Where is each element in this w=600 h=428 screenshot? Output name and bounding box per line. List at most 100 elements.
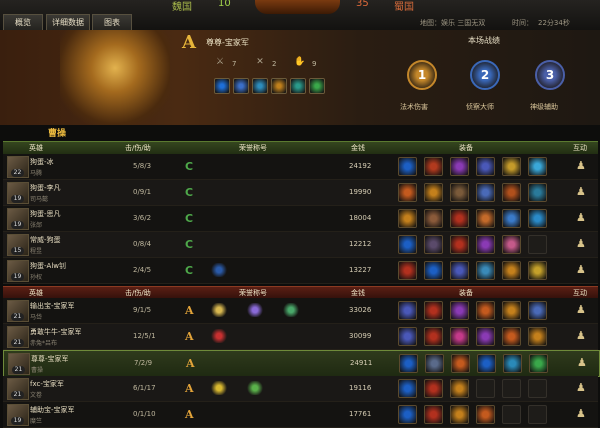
honor-badge-icon[interactable] xyxy=(211,381,227,395)
tab-details[interactable]: 详细数据 xyxy=(46,14,90,31)
tab-overview[interactable]: 概览 xyxy=(3,14,43,31)
like-icon[interactable]: ♟ xyxy=(576,237,586,250)
player-row[interactable]: 21 输出宝-宝家军 马岱 9/1/5 A 33026 ♟ xyxy=(3,298,598,324)
equipment-icon[interactable] xyxy=(476,183,495,202)
hero-name: 张郃 xyxy=(30,222,43,229)
medal-icon[interactable]: 3 xyxy=(535,60,565,90)
equipment-icon[interactable] xyxy=(398,379,417,398)
equipment-icon[interactable] xyxy=(503,354,522,373)
equipment-icon[interactable] xyxy=(450,157,469,176)
player-name: 狗蛋-冰 xyxy=(30,158,54,166)
equipment-icon[interactable] xyxy=(450,261,469,280)
equipment-icon[interactable] xyxy=(398,327,417,346)
equipment-icon[interactable] xyxy=(398,209,417,228)
equipment-icon[interactable] xyxy=(529,354,548,373)
player-row[interactable]: 21 fxc-宝家军 文卷 6/1/17 A 19116 ♟ xyxy=(3,376,598,402)
equipment-icon[interactable] xyxy=(502,209,521,228)
equipment-icon[interactable] xyxy=(528,261,547,280)
equipment-icon[interactable] xyxy=(450,235,469,254)
hero-name: 文卷 xyxy=(30,392,43,399)
equipment-icon[interactable] xyxy=(424,183,443,202)
equipment-icon[interactable] xyxy=(450,327,469,346)
like-icon[interactable]: ♟ xyxy=(576,159,586,172)
level-badge: 19 xyxy=(11,221,24,229)
equipment-icon[interactable] xyxy=(450,301,469,320)
grade-mark: C xyxy=(185,212,194,225)
medal-icon[interactable]: 1 xyxy=(407,60,437,90)
hero-name: 曹操 xyxy=(31,367,44,374)
honor-badge-icon[interactable] xyxy=(247,381,263,395)
player-row[interactable]: 22 狗蛋-冰 马腾 5/8/3 C 24192 ♟ xyxy=(3,154,598,180)
player-row[interactable]: 19 狗蛋-思凡 张郃 3/6/2 C 18004 ♟ xyxy=(3,206,598,232)
equipment-icon[interactable] xyxy=(424,405,443,424)
equipment-icon[interactable] xyxy=(424,157,443,176)
equipment-icon[interactable] xyxy=(399,354,418,373)
equipment-icon[interactable] xyxy=(528,209,547,228)
like-icon[interactable]: ♟ xyxy=(576,381,586,394)
equipment-icon[interactable] xyxy=(476,405,495,424)
like-icon[interactable]: ♟ xyxy=(576,263,586,276)
equipment-icon[interactable] xyxy=(424,379,443,398)
equipment-icon[interactable] xyxy=(476,301,495,320)
equipment-icon[interactable] xyxy=(502,327,521,346)
equipment-icon[interactable] xyxy=(450,379,469,398)
equipment-icon[interactable] xyxy=(450,405,469,424)
level-badge: 19 xyxy=(11,417,24,425)
time-value: 22分34秒 xyxy=(538,19,570,27)
equipment-icon[interactable] xyxy=(424,261,443,280)
equipment-icon[interactable] xyxy=(476,157,495,176)
equipment-icon[interactable] xyxy=(528,157,547,176)
player-row[interactable]: 21 勇敢牛牛-宝家军 赤兔*吕布 12/5/1 A 30099 ♟ xyxy=(3,324,598,350)
gold-value: 17761 xyxy=(349,410,372,418)
tab-chart[interactable]: 图表 xyxy=(92,14,132,31)
equipment-icon[interactable] xyxy=(398,405,417,424)
equipment-icon[interactable] xyxy=(528,183,547,202)
like-icon[interactable]: ♟ xyxy=(576,185,586,198)
like-icon[interactable]: ♟ xyxy=(576,329,586,342)
equipment-icon[interactable] xyxy=(398,261,417,280)
honor-badge-icon[interactable] xyxy=(211,329,227,343)
equipment-icon[interactable] xyxy=(528,301,547,320)
equipment-icon[interactable] xyxy=(476,327,495,346)
player-row[interactable]: 19 狗蛋-李凡 司马懿 0/9/1 C 19990 ♟ xyxy=(3,180,598,206)
gold-value: 33026 xyxy=(349,306,372,314)
equipment-icon[interactable] xyxy=(502,183,521,202)
player-row[interactable]: 15 常威-狗蛋 程昱 0/8/4 C 12212 ♟ xyxy=(3,232,598,258)
equipment-icon[interactable] xyxy=(398,235,417,254)
equipment-icon[interactable] xyxy=(476,209,495,228)
like-icon[interactable]: ♟ xyxy=(576,303,586,316)
equipment-icon[interactable] xyxy=(502,261,521,280)
equipment-icon[interactable] xyxy=(424,327,443,346)
equipment-icon[interactable] xyxy=(450,183,469,202)
player-row[interactable]: 21 尊尊-宝家军 曹操 7/2/9 A 24911 ♟ xyxy=(3,350,600,377)
like-icon[interactable]: ♟ xyxy=(576,211,586,224)
equipment-icon[interactable] xyxy=(424,209,443,228)
player-row[interactable]: 19 狗蛋-Alw钊 孙权 2/4/5 C 13227 ♟ xyxy=(3,258,598,284)
equipment-icon[interactable] xyxy=(450,209,469,228)
equipment-icon[interactable] xyxy=(476,235,495,254)
equipment-icon[interactable] xyxy=(398,301,417,320)
medal-icon[interactable]: 2 xyxy=(470,60,500,90)
equipment-icon[interactable] xyxy=(502,157,521,176)
level-badge: 19 xyxy=(11,273,24,281)
like-icon[interactable]: ♟ xyxy=(577,356,587,369)
equipment-icon[interactable] xyxy=(502,235,521,254)
equipment-icon[interactable] xyxy=(425,354,444,373)
honor-badge-icon[interactable] xyxy=(211,303,227,317)
honor-badge-icon[interactable] xyxy=(211,263,227,277)
player-row[interactable]: 19 辅助宝-宝家军 糜竺 0/1/10 A 17761 ♟ xyxy=(3,402,598,428)
equipment-icon[interactable] xyxy=(398,157,417,176)
grade-mark: C xyxy=(185,160,194,173)
honor-badge-icon[interactable] xyxy=(247,303,263,317)
equipment-icon[interactable] xyxy=(502,301,521,320)
equipment-icon[interactable] xyxy=(424,235,443,254)
equipment-icon[interactable] xyxy=(398,183,417,202)
grade-mark: A xyxy=(186,357,195,370)
honor-badge-icon[interactable] xyxy=(283,303,299,317)
like-icon[interactable]: ♟ xyxy=(576,407,586,420)
equipment-icon[interactable] xyxy=(477,354,496,373)
equipment-icon[interactable] xyxy=(424,301,443,320)
equipment-icon[interactable] xyxy=(451,354,470,373)
equipment-icon[interactable] xyxy=(476,261,495,280)
equipment-icon[interactable] xyxy=(528,327,547,346)
